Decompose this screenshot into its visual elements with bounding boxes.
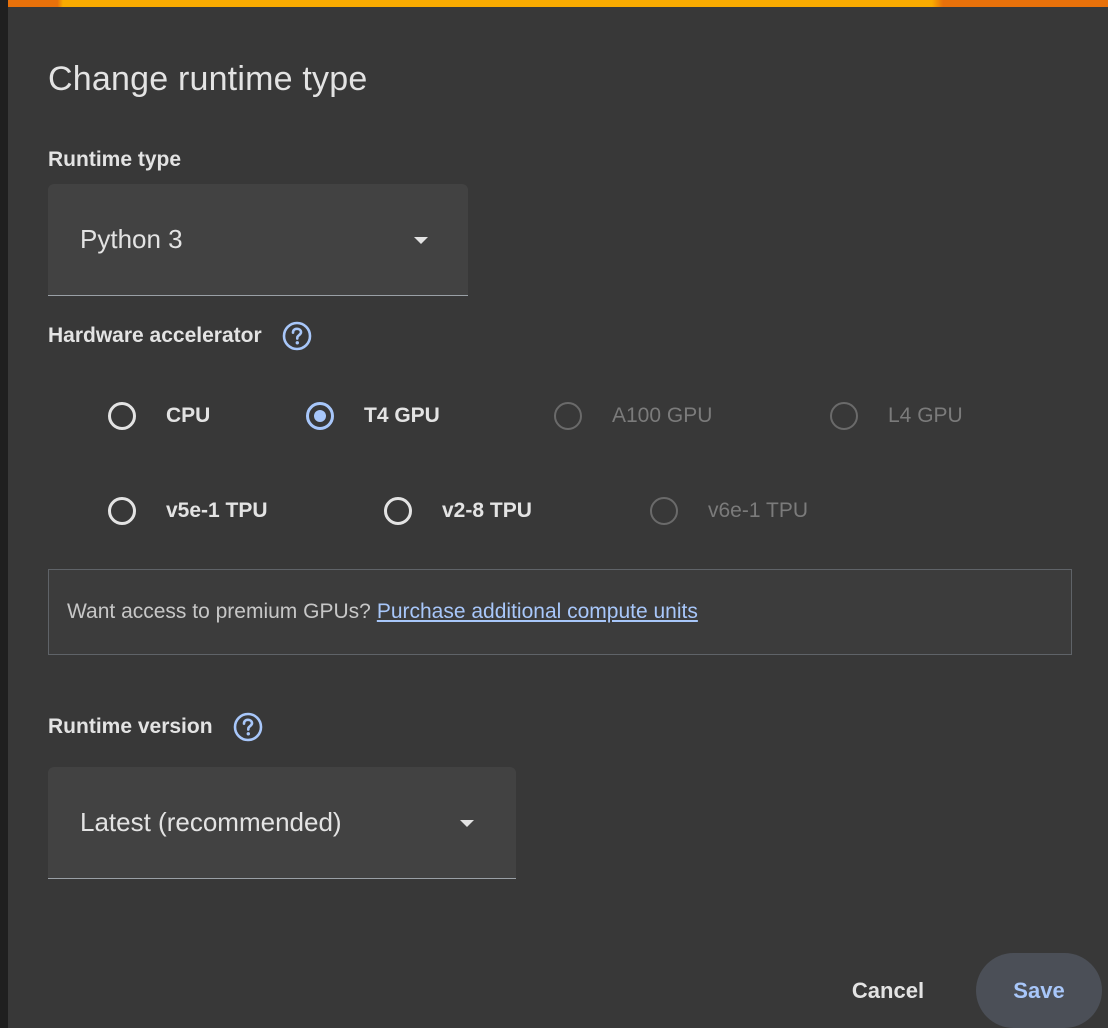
radio-v2-8-tpu[interactable]: v2-8 TPU xyxy=(384,489,532,533)
hardware-accelerator-label-text: Hardware accelerator xyxy=(48,324,262,347)
dialog-title: Change runtime type xyxy=(48,60,368,98)
radio-label: T4 GPU xyxy=(364,404,440,427)
hardware-row-2: v5e-1 TPU v2-8 TPU v6e-1 TPU xyxy=(8,489,1108,533)
radio-circle[interactable] xyxy=(108,497,136,525)
radio-label: v6e-1 TPU xyxy=(708,499,808,522)
radio-label: CPU xyxy=(166,404,211,427)
cancel-button[interactable]: Cancel xyxy=(828,953,948,1028)
runtime-version-label: Runtime version xyxy=(48,709,263,745)
radio-circle xyxy=(830,402,858,430)
purchase-compute-units-link[interactable]: Purchase additional compute units xyxy=(377,600,698,624)
radio-circle xyxy=(650,497,678,525)
accent-bar xyxy=(8,0,1108,7)
runtime-version-select[interactable]: Latest (recommended) xyxy=(48,767,516,879)
radio-label: v5e-1 TPU xyxy=(166,499,268,522)
caret-down-icon xyxy=(460,820,474,827)
radio-label: A100 GPU xyxy=(612,404,713,427)
save-button[interactable]: Save xyxy=(976,953,1102,1028)
radio-label: v2-8 TPU xyxy=(442,499,532,522)
radio-l4-gpu: L4 GPU xyxy=(830,394,963,438)
radio-circle xyxy=(554,402,582,430)
premium-text: Want access to premium GPUs? xyxy=(67,600,371,623)
runtime-type-select[interactable]: Python 3 xyxy=(48,184,468,296)
radio-label: L4 GPU xyxy=(888,404,963,427)
radio-cpu[interactable]: CPU xyxy=(108,394,210,438)
hardware-row-1: CPU T4 GPU A100 GPU L4 GPU xyxy=(8,394,1108,438)
radio-circle[interactable] xyxy=(306,402,334,430)
radio-a100-gpu: A100 GPU xyxy=(554,394,712,438)
radio-circle[interactable] xyxy=(384,497,412,525)
premium-gpu-notice: Want access to premium GPUs? Purchase ad… xyxy=(48,569,1072,655)
radio-v6e-1-tpu: v6e-1 TPU xyxy=(650,489,808,533)
runtime-version-label-text: Runtime version xyxy=(48,715,213,738)
hardware-accelerator-label: Hardware accelerator xyxy=(48,318,312,354)
change-runtime-dialog: Change runtime type Runtime type Python … xyxy=(8,0,1108,1028)
radio-circle[interactable] xyxy=(108,402,136,430)
help-circle-icon[interactable] xyxy=(282,321,312,351)
runtime-type-label: Runtime type xyxy=(48,148,181,172)
help-circle-icon[interactable] xyxy=(233,712,263,742)
radio-t4-gpu[interactable]: T4 GPU xyxy=(306,394,440,438)
runtime-type-label-text: Runtime type xyxy=(48,148,182,171)
runtime-version-value: Latest (recommended) xyxy=(80,807,342,837)
runtime-type-value: Python 3 xyxy=(80,224,183,254)
caret-down-icon xyxy=(414,237,428,244)
radio-v5e-1-tpu[interactable]: v5e-1 TPU xyxy=(108,489,268,533)
